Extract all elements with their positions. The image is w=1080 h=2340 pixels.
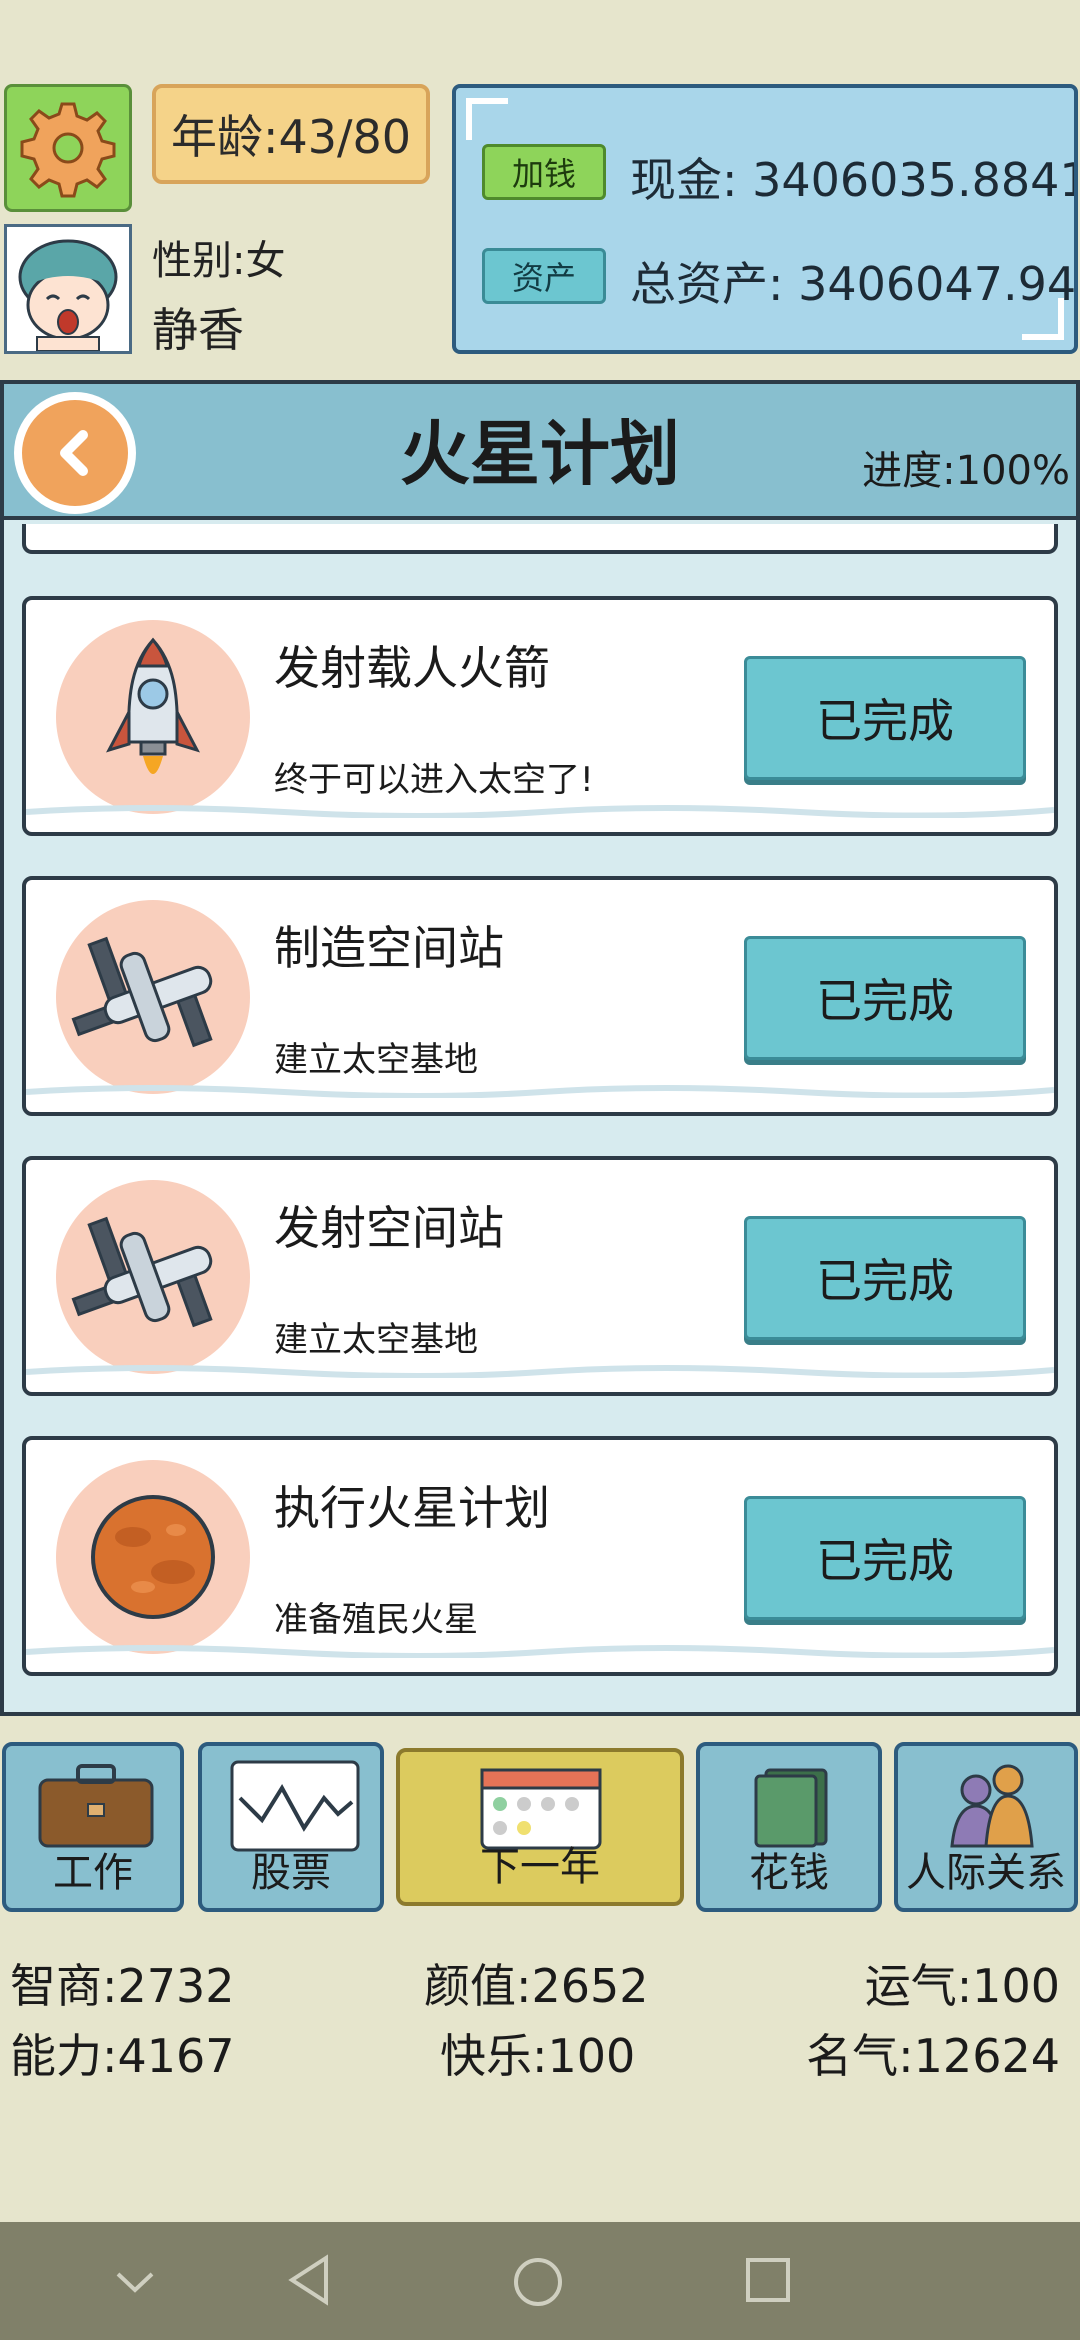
gender-label: 性别:女: [152, 238, 286, 284]
completed-button[interactable]: 已完成: [744, 1496, 1026, 1620]
chevron-down-icon[interactable]: [110, 2262, 160, 2302]
total-assets-value: 总资产: 3406047.9424亿: [630, 257, 1077, 311]
task-description: 终于可以进入太空了!: [274, 760, 594, 800]
task-card: 发射载人火箭 终于可以进入太空了! 已完成: [22, 596, 1058, 836]
next-year-button[interactable]: 下一年: [396, 1748, 684, 1906]
completed-button[interactable]: 已完成: [744, 656, 1026, 780]
spend-button[interactable]: 花钱: [696, 1742, 882, 1912]
nav-label: 人际关系: [906, 1850, 1066, 1896]
completed-button[interactable]: 已完成: [744, 936, 1026, 1060]
space-station-icon: [71, 936, 213, 1048]
stat-fame: 名气:12624: [806, 2029, 1060, 2083]
briefcase-icon: [38, 1764, 154, 1848]
stat-looks: 颜值:2652: [424, 1959, 649, 2013]
task-icon-wrapper: [56, 620, 250, 814]
settings-button[interactable]: [4, 84, 132, 212]
task-description: 建立太空基地: [274, 1040, 478, 1080]
task-card: 执行火星计划 准备殖民火星 已完成: [22, 1436, 1058, 1676]
avatar[interactable]: [4, 224, 132, 354]
panel-corner-decoration: [466, 98, 508, 140]
stat-ability: 能力:4167: [10, 2029, 235, 2083]
gear-icon: [20, 102, 116, 198]
task-title: 制造空间站: [274, 921, 504, 975]
task-title: 发射载人火箭: [274, 641, 550, 695]
relationships-button[interactable]: 人际关系: [894, 1742, 1078, 1912]
task-title: 发射空间站: [274, 1201, 504, 1255]
add-money-button[interactable]: 加钱: [482, 144, 606, 200]
assets-button[interactable]: 资产: [482, 248, 606, 304]
task-card: 发射空间站 建立太空基地 已完成: [22, 1156, 1058, 1396]
work-button[interactable]: 工作: [2, 1742, 184, 1912]
previous-card-edge: [22, 524, 1058, 554]
task-description: 准备殖民火星: [274, 1600, 478, 1640]
stat-happiness: 快乐:100: [440, 2029, 636, 2083]
task-description: 建立太空基地: [274, 1320, 478, 1360]
cash-value: 现金: 3406035.8841亿: [630, 153, 1074, 207]
nav-label: 下一年: [480, 1844, 600, 1890]
rocket-icon: [106, 637, 200, 774]
nav-label: 股票: [251, 1850, 331, 1896]
nav-label: 花钱: [749, 1850, 829, 1896]
task-title: 执行火星计划: [274, 1481, 550, 1535]
recents-square-icon[interactable]: [742, 2254, 794, 2306]
nav-label: 工作: [53, 1850, 133, 1896]
task-icon-wrapper: [56, 900, 250, 1094]
completed-button[interactable]: 已完成: [744, 1216, 1026, 1340]
stat-luck: 运气:100: [864, 1959, 1060, 2013]
back-triangle-icon[interactable]: [284, 2252, 334, 2308]
age-display: 年龄:43/80: [152, 84, 430, 184]
stat-iq: 智商:2732: [10, 1959, 235, 2013]
money-panel: 加钱 现金: 3406035.8841亿 资产 总资产: 3406047.942…: [452, 84, 1078, 354]
system-navigation-bar: [0, 2222, 1080, 2340]
task-icon-wrapper: [56, 1460, 250, 1654]
task-icon-wrapper: [56, 1180, 250, 1374]
space-station-icon: [71, 1216, 213, 1328]
home-circle-icon[interactable]: [510, 2254, 566, 2310]
mars-icon: [91, 1495, 215, 1619]
task-card: 制造空间站 建立太空基地 已完成: [22, 876, 1058, 1116]
cash-stack-icon: [754, 1768, 828, 1848]
player-name: 静香: [152, 303, 244, 357]
stocks-button[interactable]: 股票: [198, 1742, 384, 1912]
progress-label: 进度:100%: [862, 448, 1070, 494]
people-icon: [950, 1764, 1034, 1848]
